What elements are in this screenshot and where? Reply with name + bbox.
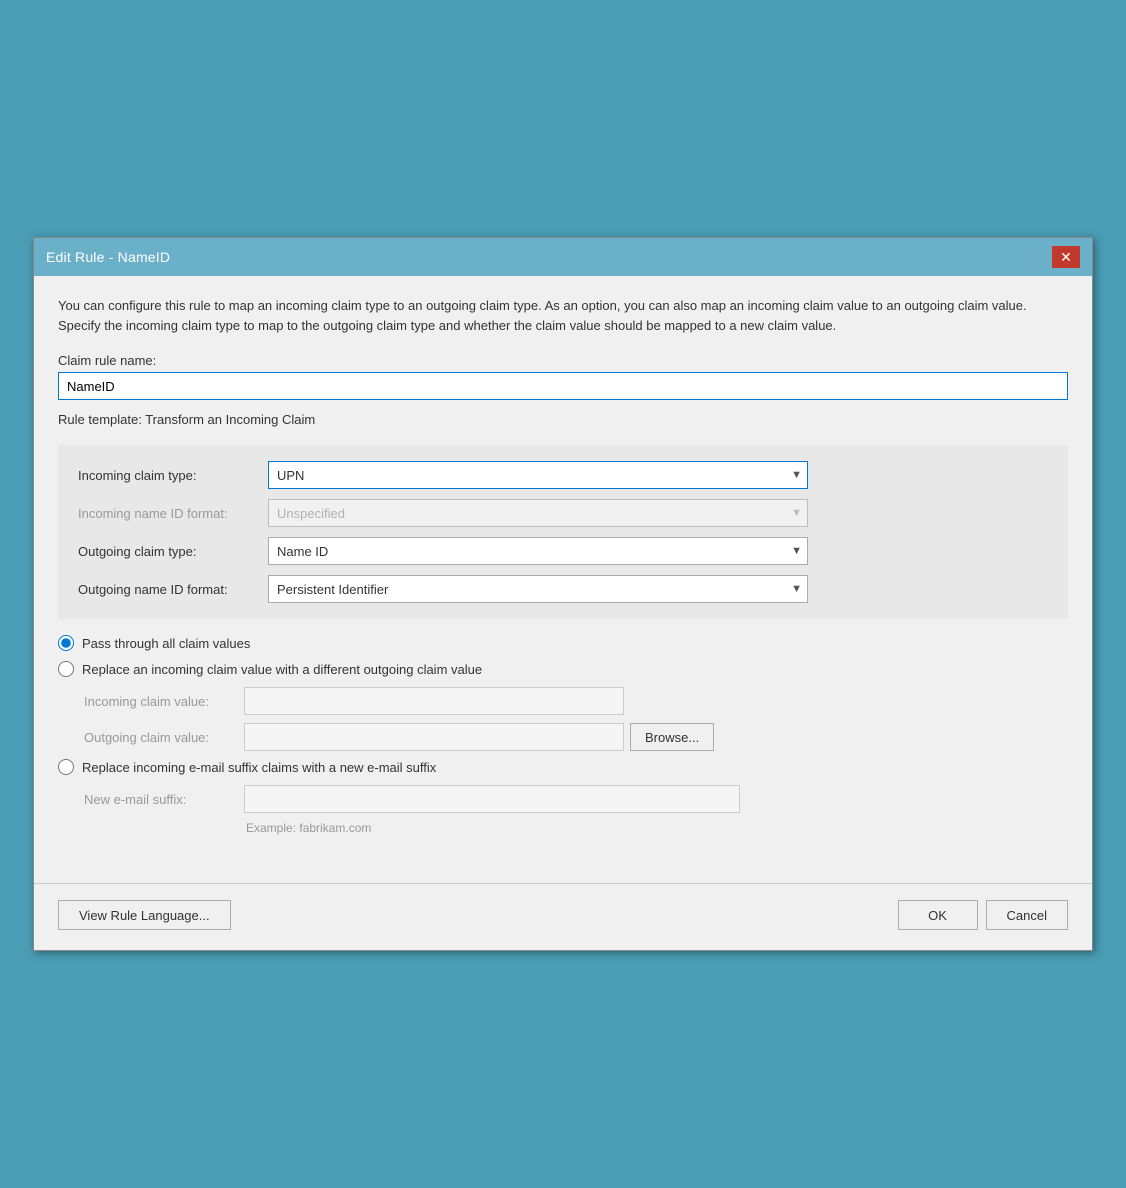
incoming-name-id-format-row: Incoming name ID format: Unspecified ▼ xyxy=(78,499,1048,527)
new-email-suffix-row: New e-mail suffix: xyxy=(84,785,1068,813)
outgoing-claim-value-input xyxy=(244,723,624,751)
incoming-claim-type-label: Incoming claim type: xyxy=(78,468,268,483)
new-email-suffix-label: New e-mail suffix: xyxy=(84,792,244,807)
outgoing-claim-type-label: Outgoing claim type: xyxy=(78,544,268,559)
claim-rule-name-label: Claim rule name: xyxy=(58,353,1068,368)
claim-rule-name-group: Claim rule name: xyxy=(58,353,1068,400)
edit-rule-window: Edit Rule - NameID ✕ You can configure t… xyxy=(33,237,1093,951)
browse-button[interactable]: Browse... xyxy=(630,723,714,751)
outgoing-name-id-format-wrapper: Persistent Identifier Transient Identifi… xyxy=(268,575,808,603)
incoming-claim-value-label: Incoming claim value: xyxy=(84,694,244,709)
description-text: You can configure this rule to map an in… xyxy=(58,296,1068,335)
incoming-name-id-format-label: Incoming name ID format: xyxy=(78,506,268,521)
form-section: Incoming claim type: UPN E-Mail Address … xyxy=(58,445,1068,619)
radio-section: Pass through all claim values Replace an… xyxy=(58,635,1068,855)
main-content: You can configure this rule to map an in… xyxy=(34,276,1092,875)
outgoing-name-id-format-label: Outgoing name ID format: xyxy=(78,582,268,597)
replace-email-radio[interactable] xyxy=(58,759,74,775)
email-suffix-sub-fields: New e-mail suffix: Example: fabrikam.com xyxy=(84,785,1068,835)
view-rule-language-button[interactable]: View Rule Language... xyxy=(58,900,231,930)
footer-left: View Rule Language... xyxy=(58,900,231,930)
replace-email-label[interactable]: Replace incoming e-mail suffix claims wi… xyxy=(82,760,436,775)
example-text: Example: fabrikam.com xyxy=(246,821,1068,835)
incoming-claim-value-row: Incoming claim value: xyxy=(84,687,1068,715)
incoming-name-id-format-wrapper: Unspecified ▼ xyxy=(268,499,808,527)
pass-through-radio[interactable] xyxy=(58,635,74,651)
cancel-button[interactable]: Cancel xyxy=(986,900,1068,930)
new-email-suffix-input xyxy=(244,785,740,813)
pass-through-label[interactable]: Pass through all claim values xyxy=(82,636,250,651)
ok-button[interactable]: OK xyxy=(898,900,978,930)
title-bar: Edit Rule - NameID ✕ xyxy=(34,238,1092,276)
pass-through-row: Pass through all claim values xyxy=(58,635,1068,651)
outgoing-name-id-format-row: Outgoing name ID format: Persistent Iden… xyxy=(78,575,1048,603)
close-button[interactable]: ✕ xyxy=(1052,246,1080,268)
claim-rule-name-input[interactable] xyxy=(58,372,1068,400)
outgoing-claim-value-row: Outgoing claim value: Browse... xyxy=(84,723,1068,751)
incoming-claim-type-row: Incoming claim type: UPN E-Mail Address … xyxy=(78,461,1048,489)
replace-value-row: Replace an incoming claim value with a d… xyxy=(58,661,1068,677)
outgoing-claim-type-wrapper: Name ID UPN E-Mail Address ▼ xyxy=(268,537,808,565)
replace-email-row: Replace incoming e-mail suffix claims wi… xyxy=(58,759,1068,775)
incoming-claim-type-select[interactable]: UPN E-Mail Address Name Common Name Disp… xyxy=(268,461,808,489)
outgoing-claim-type-row: Outgoing claim type: Name ID UPN E-Mail … xyxy=(78,537,1048,565)
outgoing-claim-value-label: Outgoing claim value: xyxy=(84,730,244,745)
outgoing-name-id-format-select[interactable]: Persistent Identifier Transient Identifi… xyxy=(268,575,808,603)
incoming-claim-value-input xyxy=(244,687,624,715)
incoming-claim-type-wrapper: UPN E-Mail Address Name Common Name Disp… xyxy=(268,461,808,489)
replace-value-label[interactable]: Replace an incoming claim value with a d… xyxy=(82,662,482,677)
replace-value-radio[interactable] xyxy=(58,661,74,677)
footer-right: OK Cancel xyxy=(898,900,1068,930)
rule-template-text: Rule template: Transform an Incoming Cla… xyxy=(58,412,1068,427)
incoming-name-id-format-select: Unspecified xyxy=(268,499,808,527)
footer: View Rule Language... OK Cancel xyxy=(34,883,1092,950)
replace-value-sub-fields: Incoming claim value: Outgoing claim val… xyxy=(84,687,1068,751)
outgoing-claim-type-select[interactable]: Name ID UPN E-Mail Address xyxy=(268,537,808,565)
window-title: Edit Rule - NameID xyxy=(46,249,170,265)
